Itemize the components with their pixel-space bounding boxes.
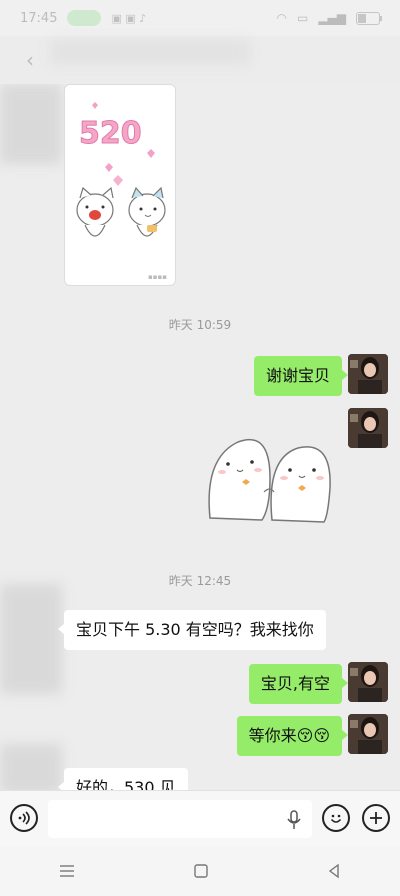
sent-message-text: 等你来	[248, 726, 297, 745]
user-avatar[interactable]	[348, 714, 388, 754]
microphone-icon[interactable]	[286, 810, 302, 830]
user-avatar[interactable]	[348, 662, 388, 702]
message-input[interactable]	[48, 800, 312, 838]
timestamp: 昨天 12:45	[168, 574, 232, 588]
system-nav-bar	[0, 846, 400, 896]
sent-message[interactable]: 等你来😚😚	[236, 716, 349, 756]
sticker-watermark: ▪▪▪▪	[148, 273, 167, 281]
sticker-520-card[interactable]: 520 ▪▪▪▪	[64, 84, 176, 286]
signal-icon: ▂▄▆	[318, 11, 346, 25]
sim-icon: ▭	[296, 11, 309, 25]
user-avatar[interactable]	[348, 408, 388, 448]
emoji-icon[interactable]	[322, 804, 350, 832]
wifi-icon: ◠	[276, 11, 287, 25]
battery-icon	[356, 11, 382, 25]
status-left: 17:45 ▣ ▣ ♪	[20, 10, 146, 26]
sticker-520-text: 520	[79, 116, 142, 151]
sent-message[interactable]: 谢谢宝贝	[253, 356, 349, 396]
received-message[interactable]: 宝贝下午 5.30 有空吗？我来找你	[58, 610, 326, 650]
notification-icons: ▣ ▣ ♪	[111, 11, 147, 25]
status-bar: 17:45 ▣ ▣ ♪ ◠ ▭ ▂▄▆	[0, 0, 400, 36]
blurred-avatar	[0, 744, 62, 790]
chat-title-blurred	[50, 40, 250, 64]
sent-message[interactable]: 宝贝,有空	[248, 664, 349, 704]
sticker-seals-image[interactable]	[200, 428, 340, 528]
kiss-emoji-icon: 😚😚	[296, 726, 330, 745]
input-bar	[0, 790, 400, 846]
received-message[interactable]: 好的，530 见	[58, 768, 188, 790]
timestamp: 昨天 10:59	[168, 318, 232, 332]
chat-header: ‹	[0, 36, 400, 84]
menu-icon[interactable]	[58, 864, 76, 878]
blurred-avatar	[0, 84, 62, 164]
chat-area[interactable]: 520 ▪▪▪▪ 昨天 10:59 谢谢宝贝 昨天 12:45 宝贝下午 5.3…	[0, 84, 400, 790]
home-icon[interactable]	[193, 863, 209, 879]
user-avatar[interactable]	[348, 354, 388, 394]
plus-icon[interactable]	[362, 804, 390, 832]
status-time: 17:45	[20, 10, 58, 26]
status-right: ◠ ▭ ▂▄▆	[276, 11, 382, 25]
back-nav-icon[interactable]	[326, 863, 342, 879]
sticker-520-image: 520	[76, 102, 166, 237]
voice-toggle-icon[interactable]	[10, 804, 38, 832]
blurred-avatar	[0, 584, 62, 694]
call-pill-icon	[67, 10, 102, 26]
